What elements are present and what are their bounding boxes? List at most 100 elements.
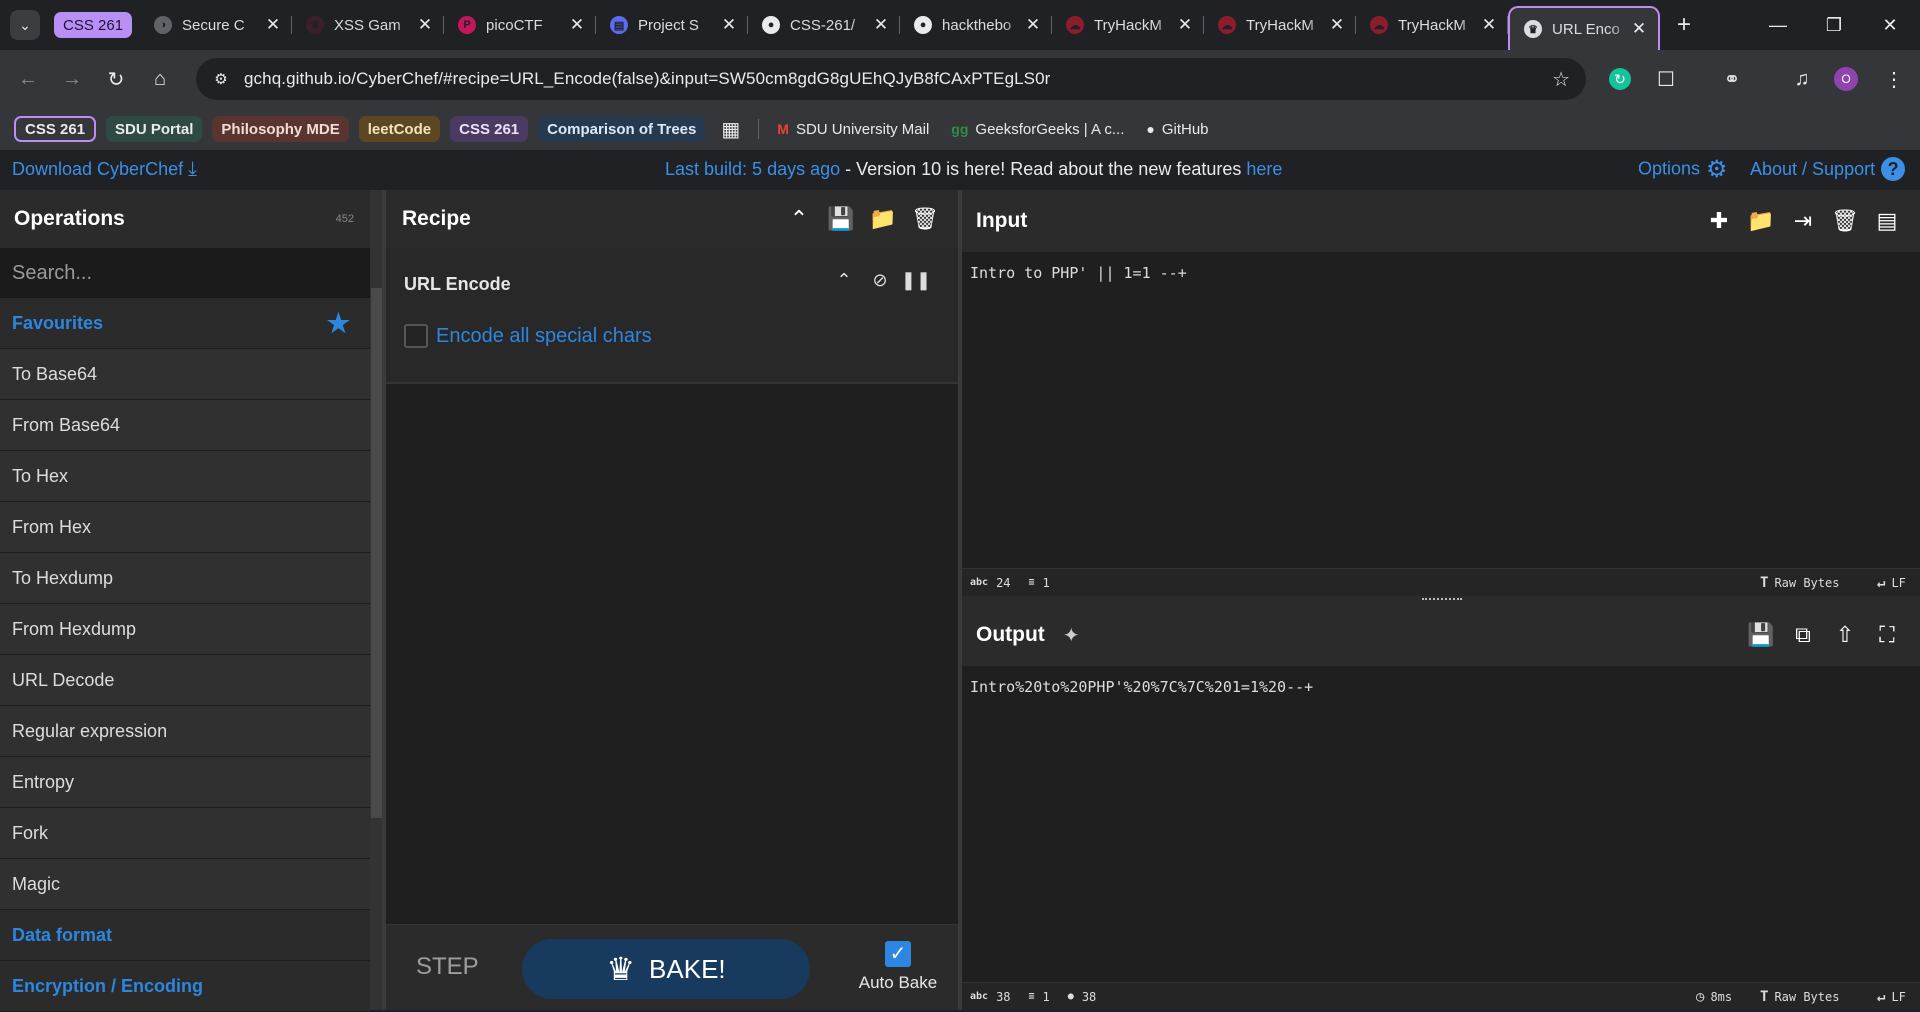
- tab-group-chip[interactable]: CSS 261: [54, 12, 133, 38]
- output-encoding[interactable]: T Raw Bytes: [1760, 989, 1839, 1005]
- auto-bake-toggle[interactable]: ✓ Auto Bake: [848, 941, 948, 993]
- operation-item[interactable]: Fork: [0, 808, 370, 859]
- close-icon[interactable]: ✕: [872, 15, 890, 35]
- step-button[interactable]: STEP: [416, 953, 479, 981]
- replace-input-icon[interactable]: ⇧: [1824, 622, 1866, 648]
- category-favourites[interactable]: Favourites ★: [0, 298, 370, 349]
- menu-kebab-icon[interactable]: ⋮: [1874, 50, 1914, 108]
- bookmark-group-chip[interactable]: Comparison of Trees: [538, 116, 706, 142]
- open-folder-icon[interactable]: 📁: [1740, 208, 1782, 234]
- tab[interactable]: ☁ TryHackM ✕: [1052, 0, 1205, 50]
- bookmark-group-chip[interactable]: CSS 261: [14, 116, 97, 142]
- bookmark-link[interactable]: ɡɡ GeeksforGeeks | A c...: [951, 121, 1124, 138]
- close-icon[interactable]: ✕: [1328, 15, 1346, 35]
- home-button[interactable]: ⌂: [138, 68, 182, 91]
- back-button[interactable]: ←: [6, 68, 50, 91]
- extensions-puzzle-icon[interactable]: ☐: [1646, 50, 1686, 108]
- tab[interactable]: ▤ Project S ✕: [596, 0, 749, 50]
- output-eol[interactable]: ↵ LF: [1877, 989, 1906, 1005]
- profile-avatar[interactable]: O: [1834, 67, 1858, 91]
- operation-item[interactable]: From Base64: [0, 400, 370, 451]
- close-icon[interactable]: ✕: [568, 15, 586, 35]
- operation-item[interactable]: From Hexdump: [0, 604, 370, 655]
- operation-item[interactable]: To Base64: [0, 349, 370, 400]
- category-data-format[interactable]: Data format: [0, 910, 370, 961]
- bookmark-group-chip[interactable]: leetCode: [358, 116, 441, 142]
- output-textarea[interactable]: Intro%20to%20PHP'%20%7C%7C%201=1%20--+: [962, 666, 1920, 708]
- tab[interactable]: ☁ TryHackM ✕: [1356, 0, 1509, 50]
- disable-icon[interactable]: ⊘: [862, 270, 898, 291]
- apps-grid-icon[interactable]: ▦: [721, 117, 740, 142]
- category-encryption-encoding[interactable]: Encryption / Encoding: [0, 961, 370, 1012]
- bookmark-group-chip[interactable]: SDU Portal: [106, 116, 203, 142]
- tab[interactable]: ◑ Secure C ✕: [140, 0, 293, 50]
- close-icon[interactable]: ✕: [1024, 15, 1042, 35]
- restore-button[interactable]: ❐: [1806, 0, 1862, 50]
- about-support-button[interactable]: About / Support?: [1750, 157, 1906, 181]
- trash-icon[interactable]: 🗑: [904, 206, 946, 232]
- bookmark-group-chip[interactable]: Philosophy MDE: [212, 116, 349, 142]
- save-output-icon[interactable]: 💾: [1740, 622, 1782, 648]
- operation-item[interactable]: Magic: [0, 859, 370, 910]
- tab[interactable]: ● CSS-261/ ✕: [748, 0, 901, 50]
- close-icon[interactable]: ✕: [264, 15, 282, 35]
- address-bar[interactable]: ⚙ gchq.github.io/CyberChef/#recipe=URL_E…: [196, 58, 1586, 100]
- checkmark-icon[interactable]: ✓: [885, 941, 911, 967]
- maximize-icon[interactable]: ⛶: [1866, 622, 1908, 648]
- chevron-up-icon[interactable]: ⌃: [778, 206, 820, 232]
- bookmark-link[interactable]: ● GitHub: [1146, 121, 1208, 138]
- close-icon[interactable]: ✕: [1176, 15, 1194, 35]
- copy-icon[interactable]: ⧉: [1782, 622, 1824, 648]
- star-icon[interactable]: ★: [327, 308, 350, 339]
- tab[interactable]: ☁ TryHackM ✕: [1204, 0, 1357, 50]
- pause-icon[interactable]: ❚❚: [898, 270, 934, 291]
- save-icon[interactable]: 💾: [820, 206, 862, 232]
- bake-button[interactable]: ♛ BAKE!: [522, 939, 810, 999]
- media-control-icon[interactable]: ♫: [1782, 50, 1822, 108]
- url-text[interactable]: gchq.github.io/CyberChef/#recipe=URL_Enc…: [244, 69, 1050, 89]
- input-encoding[interactable]: T Raw Bytes: [1760, 575, 1839, 591]
- extension-grammarly-icon[interactable]: ↻: [1600, 50, 1640, 108]
- window-close-button[interactable]: ✕: [1862, 0, 1918, 50]
- bookmark-group-chip[interactable]: CSS 261: [450, 116, 529, 142]
- clear-input-icon[interactable]: 🗑: [1824, 208, 1866, 234]
- last-build-link[interactable]: Last build: 5 days ago: [665, 159, 840, 179]
- close-icon[interactable]: ✕: [1480, 15, 1498, 35]
- recipe-operation-url-encode[interactable]: URL Encode ⌃ ⊘ ❚❚ Encode all special cha…: [386, 248, 958, 384]
- encode-all-checkbox[interactable]: [404, 324, 428, 348]
- input-eol[interactable]: ↵ LF: [1877, 575, 1906, 591]
- bookmark-star-icon[interactable]: ☆: [1552, 67, 1570, 92]
- tab[interactable]: PpicoCTF ✕: [444, 0, 597, 50]
- minimize-button[interactable]: —: [1750, 0, 1806, 50]
- collapse-icon[interactable]: ⌃: [826, 270, 862, 291]
- operation-item[interactable]: URL Decode: [0, 655, 370, 706]
- forward-button[interactable]: →: [50, 68, 94, 91]
- encode-all-special-chars-option[interactable]: Encode all special chars: [404, 324, 652, 348]
- link-icon[interactable]: ⚭: [1712, 50, 1752, 108]
- close-icon[interactable]: ✕: [416, 15, 434, 35]
- here-link[interactable]: here: [1246, 159, 1282, 179]
- operations-search-input[interactable]: Search...: [0, 248, 370, 298]
- site-info-icon[interactable]: ⚙: [206, 70, 236, 88]
- new-tab-button[interactable]: +: [1666, 11, 1702, 39]
- io-resizer[interactable]: [962, 596, 1920, 604]
- open-file-icon[interactable]: ⇥: [1782, 208, 1824, 234]
- layout-icon[interactable]: ▤: [1866, 208, 1908, 234]
- operation-item[interactable]: From Hex: [0, 502, 370, 553]
- tab[interactable]: ❦ XSS Gam ✕: [292, 0, 445, 50]
- reload-button[interactable]: ↻: [94, 67, 138, 92]
- operation-item[interactable]: To Hexdump: [0, 553, 370, 604]
- download-cyberchef-link[interactable]: Download CyberChef ⤓: [12, 158, 197, 181]
- bookmark-link[interactable]: M SDU University Mail: [777, 121, 929, 138]
- add-tab-icon[interactable]: ✚: [1698, 208, 1740, 234]
- close-icon[interactable]: ✕: [720, 15, 738, 35]
- input-textarea[interactable]: Intro to PHP' || 1=1 --+: [962, 252, 1920, 294]
- tab-active[interactable]: ♛ URL Enco ✕: [1508, 6, 1661, 50]
- operation-item[interactable]: To Hex: [0, 451, 370, 502]
- operation-item[interactable]: Regular expression: [0, 706, 370, 757]
- folder-icon[interactable]: 📁: [862, 206, 904, 232]
- options-button[interactable]: Options ⚙: [1638, 155, 1728, 184]
- tab-search-button[interactable]: ⌄: [10, 10, 40, 40]
- operation-item[interactable]: Entropy: [0, 757, 370, 808]
- magic-wand-icon[interactable]: ✦: [1063, 623, 1080, 648]
